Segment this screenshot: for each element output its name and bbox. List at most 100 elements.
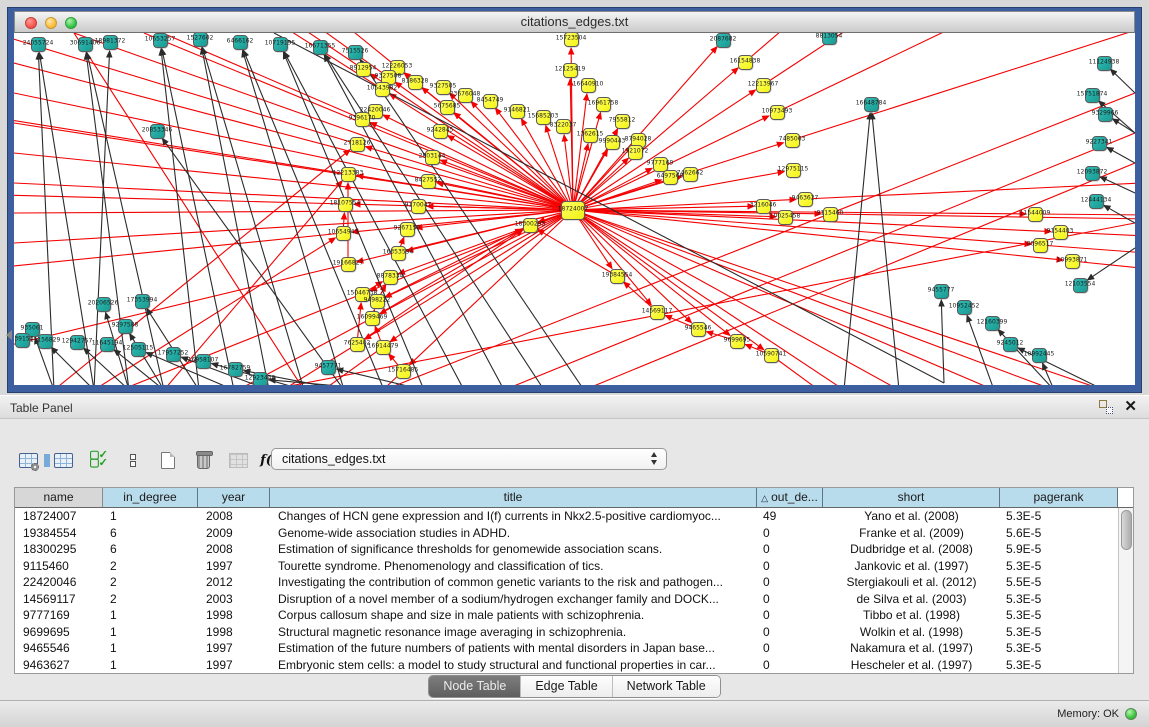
graph-node[interactable]: 10992445: [1032, 348, 1047, 363]
tab-edge-table[interactable]: Edge Table: [520, 676, 611, 697]
graph-node[interactable]: 18107554: [338, 197, 353, 212]
tab-network-table[interactable]: Network Table: [612, 676, 720, 697]
graph-node[interactable]: 19166827: [341, 257, 356, 272]
close-panel-icon[interactable]: ✕: [1124, 397, 1137, 415]
graph-node[interactable]: 10952452: [957, 300, 972, 315]
panel-collapse-arrow-icon[interactable]: [1, 330, 12, 340]
graph-node[interactable]: 9115460: [823, 207, 838, 222]
graph-node[interactable]: 20206526: [96, 297, 111, 312]
graph-node[interactable]: 9457771: [321, 360, 336, 375]
graph-node[interactable]: 16099469: [365, 311, 380, 326]
float-panel-icon[interactable]: [1099, 400, 1113, 414]
graph-node[interactable]: 18300295: [523, 218, 538, 233]
graph-node[interactable]: 2718126: [350, 137, 365, 152]
graph-node[interactable]: 9227341: [1092, 136, 1107, 151]
select-rows-button[interactable]: ▢✓▢✓: [84, 447, 112, 473]
graph-node[interactable]: 14569117: [650, 305, 665, 320]
show-columns-button[interactable]: [49, 447, 77, 473]
graph-node[interactable]: 9396170: [355, 112, 370, 127]
graph-node[interactable]: 10543982: [375, 82, 390, 97]
minimize-window-icon[interactable]: [45, 17, 57, 29]
zoom-window-icon[interactable]: [65, 17, 77, 29]
graph-node[interactable]: 16958107: [196, 354, 211, 369]
graph-node[interactable]: 12093872: [1085, 166, 1100, 181]
graph-node[interactable]: 10654943: [336, 226, 351, 241]
graph-node[interactable]: 1527602: [193, 33, 208, 47]
graph-node[interactable]: 8912954: [356, 62, 371, 77]
graph-node[interactable]: 10973493: [770, 105, 785, 120]
graph-node[interactable]: 18981372: [103, 35, 118, 50]
table-row[interactable]: 977716911998Corpus callosum shape and si…: [15, 607, 1133, 624]
column-header-year[interactable]: year: [198, 488, 270, 507]
graph-node[interactable]: 10653257: [153, 33, 168, 48]
window-title-bar[interactable]: citations_edges.txt: [14, 11, 1135, 33]
graph-node[interactable]: 9242845: [433, 124, 448, 139]
graph-node[interactable]: 12213383: [341, 167, 356, 182]
graph-node[interactable]: 12923448: [253, 372, 268, 386]
graph-node[interactable]: 9498222: [370, 294, 385, 309]
graph-node[interactable]: 16782759: [228, 362, 243, 377]
graph-node[interactable]: 7515526: [348, 45, 363, 60]
graph-node[interactable]: 6466162: [233, 35, 248, 50]
graph-node[interactable]: 8322037: [556, 119, 571, 134]
graph-node[interactable]: 16961758: [596, 97, 611, 112]
graph-node[interactable]: 12505115: [131, 342, 146, 357]
row-height-button[interactable]: [119, 447, 147, 473]
graph-node[interactable]: 10590741: [764, 348, 779, 363]
vertical-scrollbar[interactable]: [1118, 508, 1133, 673]
graph-node[interactable]: 2803144: [425, 150, 440, 165]
column-header-in_degree[interactable]: in_degree: [103, 488, 198, 507]
graph-node[interactable]: 12975115: [786, 163, 801, 178]
graph-node[interactable]: 8427552: [421, 174, 436, 189]
table-row[interactable]: 911546021997Tourette syndrome. Phenomeno…: [15, 558, 1133, 575]
graph-node[interactable]: 9327505: [436, 80, 451, 95]
graph-node[interactable]: 1921072: [628, 145, 643, 160]
graph-node[interactable]: 18724007: [561, 201, 585, 220]
table-row[interactable]: 969969511998Structural magnetic resonanc…: [15, 624, 1133, 641]
table-row[interactable]: 1456911722003Disruption of a novel membe…: [15, 591, 1133, 608]
graph-node[interactable]: 9245012: [1003, 337, 1018, 352]
graph-node[interactable]: 5675685: [440, 100, 455, 115]
graph-node[interactable]: 9463627: [798, 192, 813, 207]
graph-node[interactable]: 12160399: [985, 316, 1000, 331]
graph-node[interactable]: 12444134: [1089, 194, 1104, 209]
graph-node[interactable]: 10719195: [273, 37, 288, 52]
graph-node[interactable]: 17957252: [166, 347, 181, 362]
column-header-out_de[interactable]: △out_de...: [757, 488, 823, 507]
graph-node[interactable]: 12213967: [756, 78, 771, 93]
graph-node[interactable]: 9267150: [400, 222, 415, 237]
graph-node[interactable]: 23676048: [458, 88, 473, 103]
table-mode-button[interactable]: [14, 447, 42, 473]
table-row[interactable]: 1830029562008Estimation of significance …: [15, 541, 1133, 558]
table-row[interactable]: 1872400712008Changes of HCN gene express…: [15, 508, 1133, 525]
graph-node[interactable]: 9154403: [1053, 225, 1068, 240]
graph-node[interactable]: 10025458: [778, 210, 793, 225]
graph-node[interactable]: 9329966: [1098, 107, 1113, 122]
tab-node-table[interactable]: Node Table: [429, 676, 520, 697]
graph-node[interactable]: 8186328: [408, 75, 423, 90]
graph-node[interactable]: 11156829: [38, 334, 53, 349]
graph-node[interactable]: 9170047: [411, 199, 426, 214]
scrollbar-thumb[interactable]: [1121, 510, 1132, 550]
graph-node[interactable]: 24055724: [31, 37, 46, 52]
graph-node[interactable]: 11124938: [1097, 56, 1112, 71]
graph-node[interactable]: 9990443: [605, 135, 620, 150]
graph-node[interactable]: 9146821: [510, 104, 525, 119]
graph-node[interactable]: 15751874: [1085, 88, 1100, 103]
column-header-pagerank[interactable]: pagerank: [1000, 488, 1118, 507]
graph-node[interactable]: 11544009: [1028, 207, 1043, 222]
graph-node[interactable]: 16154838: [738, 55, 753, 70]
graph-node[interactable]: 12125419: [563, 63, 578, 78]
table-selector-dropdown[interactable]: citations_edges.txt: [271, 448, 667, 470]
network-view[interactable]: 1872400718300295891295412226053932750810…: [14, 33, 1135, 385]
graph-node[interactable]: 12942757: [70, 335, 85, 350]
graph-node[interactable]: 30691406: [78, 37, 93, 52]
table-row[interactable]: 946554611997Estimation of the future num…: [15, 640, 1133, 657]
graph-node[interactable]: 16648784: [864, 97, 879, 112]
graph-node[interactable]: 7955812: [615, 114, 630, 129]
graph-node[interactable]: 9699695: [730, 334, 745, 349]
graph-node[interactable]: 20853346: [150, 124, 165, 139]
graph-node[interactable]: 15716485: [396, 364, 411, 379]
graph-node[interactable]: 6497568: [663, 170, 678, 185]
graph-node[interactable]: 16640910: [581, 78, 596, 93]
